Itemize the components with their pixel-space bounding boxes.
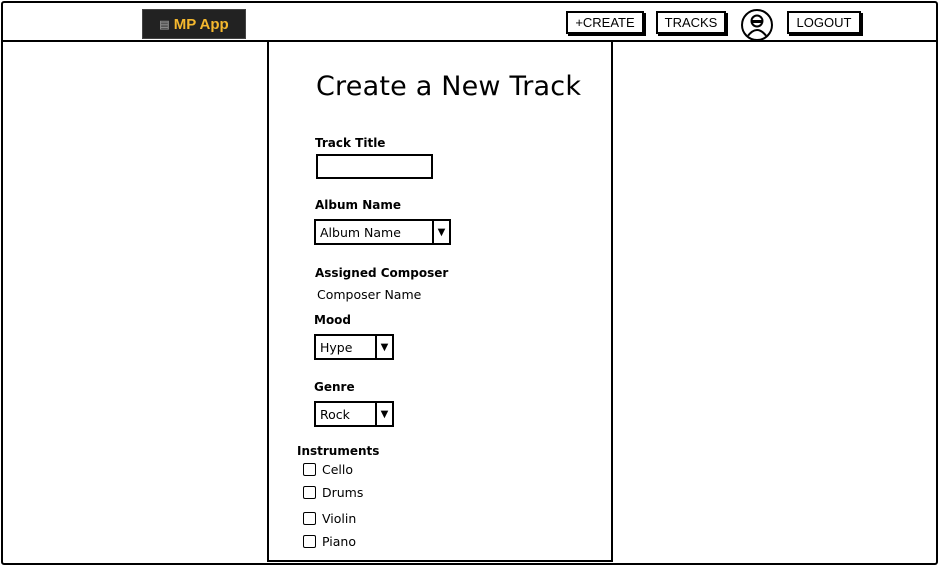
album-name-selected: Album Name <box>320 224 401 240</box>
assigned-composer-label: Assigned Composer <box>315 266 449 280</box>
genre-selected: Rock <box>320 406 350 422</box>
mood-select[interactable]: Hype ▼ <box>314 334 394 360</box>
instrument-option-violin[interactable]: Violin <box>303 511 356 526</box>
instrument-label: Cello <box>322 462 354 477</box>
instrument-label: Drums <box>322 485 364 500</box>
checkbox[interactable] <box>303 463 316 476</box>
logo-mark-icon: ▤ <box>159 18 170 31</box>
composer-name-value: Composer Name <box>317 287 422 302</box>
top-navbar: ▤ MP App +CREATE TRACKS LOGOUT <box>3 3 936 42</box>
instrument-option-piano[interactable]: Piano <box>303 534 356 549</box>
checkbox[interactable] <box>303 512 316 525</box>
app-window: ▤ MP App +CREATE TRACKS LOGOUT Create a … <box>1 1 938 565</box>
instrument-option-cello[interactable]: Cello <box>303 462 353 477</box>
logout-button[interactable]: LOGOUT <box>787 11 861 34</box>
genre-label: Genre <box>314 380 355 394</box>
checkbox[interactable] <box>303 535 316 548</box>
chevron-down-icon[interactable]: ▼ <box>375 403 392 425</box>
create-track-form: Create a New Track Track Title Album Nam… <box>267 42 613 562</box>
instruments-label: Instruments <box>297 444 380 458</box>
instrument-label: Violin <box>322 511 357 526</box>
user-avatar-icon[interactable] <box>741 9 773 41</box>
chevron-down-icon[interactable]: ▼ <box>432 221 449 243</box>
mood-selected: Hype <box>320 339 353 355</box>
create-button[interactable]: +CREATE <box>566 11 644 34</box>
chevron-down-icon[interactable]: ▼ <box>375 336 392 358</box>
logo-text: MP App <box>173 15 229 33</box>
mood-label: Mood <box>314 313 352 327</box>
page-title: Create a New Track <box>316 71 582 102</box>
track-title-input[interactable] <box>316 154 433 179</box>
instrument-option-drums[interactable]: Drums <box>303 485 363 500</box>
genre-select[interactable]: Rock ▼ <box>314 401 394 427</box>
checkbox[interactable] <box>303 486 316 499</box>
instrument-label: Piano <box>322 534 356 549</box>
album-name-select[interactable]: Album Name ▼ <box>314 219 451 245</box>
track-title-label: Track Title <box>315 136 386 150</box>
tracks-button[interactable]: TRACKS <box>656 11 726 34</box>
app-logo[interactable]: ▤ MP App <box>142 9 246 39</box>
album-name-label: Album Name <box>315 198 401 212</box>
